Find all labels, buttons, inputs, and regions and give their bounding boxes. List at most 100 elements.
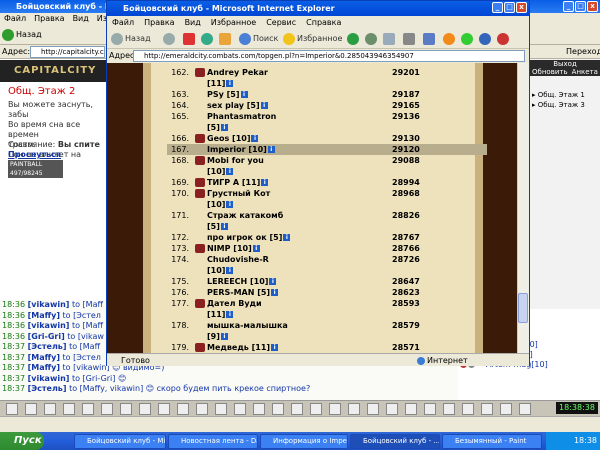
info-icon[interactable]: i	[251, 135, 259, 142]
info-icon[interactable]: i	[220, 124, 228, 131]
search-button[interactable]: Поиск	[239, 31, 278, 47]
chat-nick[interactable]: [Эстель]	[28, 384, 67, 393]
refresh-button[interactable]	[201, 31, 215, 47]
bg-menu-file[interactable]: Файл	[4, 14, 26, 23]
mailru-button[interactable]	[443, 31, 457, 47]
task-imperior-info[interactable]: Информация о Imperio...	[260, 434, 348, 449]
chat-tool-button[interactable]	[481, 403, 493, 415]
favorites-button[interactable]: Избранное	[283, 31, 342, 47]
stop-button[interactable]	[183, 31, 197, 47]
player-name[interactable]: PSy [5] i	[207, 89, 248, 100]
icq-button[interactable]	[461, 31, 475, 47]
close-icon[interactable]: x	[587, 1, 598, 12]
maximize-icon[interactable]: □	[575, 1, 586, 12]
player-name[interactable]: Andrey Pekar [11] i	[207, 67, 268, 89]
task-paint[interactable]: Безымянный - Paint	[442, 434, 542, 449]
player-name[interactable]: sex play [5] i	[207, 100, 268, 111]
player-name[interactable]: Mobi for you [10] i	[207, 155, 264, 177]
menu-view[interactable]: Вид	[185, 18, 201, 27]
start-button[interactable]: Пуск	[0, 432, 44, 450]
bg-menu-view[interactable]: Вид	[73, 14, 89, 23]
bg-go-button[interactable]: Переход	[566, 45, 600, 59]
refresh-link[interactable]: Обновить	[532, 68, 568, 76]
chat-tool-button[interactable]	[405, 403, 417, 415]
popup-close-icon[interactable]: x	[516, 2, 527, 13]
print-button[interactable]	[403, 31, 417, 47]
player-name[interactable]: Грустный Кот [10] i	[207, 188, 270, 210]
player-name[interactable]: Chudovishe-R [10] i	[207, 254, 269, 276]
info-icon[interactable]: i	[226, 267, 234, 274]
info-icon[interactable]: i	[261, 179, 269, 186]
chat-nick[interactable]: [Gri-Gri]	[28, 332, 65, 341]
media-button[interactable]	[347, 31, 361, 47]
bg-menu-edit[interactable]: Правка	[34, 14, 64, 23]
player-name[interactable]: Imperior [10] i	[207, 144, 275, 155]
popup-minimize-icon[interactable]: _	[492, 2, 503, 13]
bg-address-input[interactable]: http://capitalcity.comb	[30, 46, 105, 58]
info-icon[interactable]: i	[267, 146, 275, 153]
task-fight-club-2[interactable]: Бойцовский клуб - ...	[350, 434, 440, 449]
chat-tool-button[interactable]	[500, 403, 512, 415]
edit-button[interactable]	[423, 31, 437, 47]
chat-tool-button[interactable]	[177, 403, 189, 415]
info-icon[interactable]: i	[220, 223, 228, 230]
info-icon[interactable]: i	[283, 234, 291, 241]
chat-nick[interactable]: [Maffy]	[28, 353, 60, 362]
chat-tool-button[interactable]	[386, 403, 398, 415]
info-icon[interactable]: i	[269, 278, 277, 285]
chat-nick[interactable]: [Maffy]	[28, 311, 60, 320]
info-icon[interactable]: i	[271, 289, 279, 296]
info-icon[interactable]: i	[271, 344, 279, 351]
popup-maximize-icon[interactable]: □	[504, 2, 515, 13]
player-name[interactable]: Geos [10] i	[207, 133, 259, 144]
chat-tool-button[interactable]	[234, 403, 246, 415]
task-news-feed[interactable]: Новостная лента - Da...	[168, 434, 258, 449]
info-icon[interactable]: i	[226, 80, 234, 87]
info-icon[interactable]: i	[220, 333, 228, 340]
menu-help[interactable]: Справка	[306, 18, 341, 27]
extra-button[interactable]	[497, 31, 511, 47]
player-name[interactable]: ТИГР А [11] i	[207, 177, 269, 188]
player-name[interactable]: Медведь [11] i	[207, 342, 279, 353]
chat-tool-button[interactable]	[6, 403, 18, 415]
chat-tool-button[interactable]	[519, 403, 531, 415]
profile-link[interactable]: Анкета	[572, 68, 598, 76]
chat-tool-button[interactable]	[462, 403, 474, 415]
chat-nick[interactable]: [Maffy]	[28, 363, 60, 372]
back-button[interactable]: Назад	[111, 31, 151, 47]
chat-nick[interactable]: [vikawin]	[28, 321, 70, 330]
chat-tool-button[interactable]	[82, 403, 94, 415]
chat-tool-button[interactable]	[253, 403, 265, 415]
chat-tool-button[interactable]	[272, 403, 284, 415]
chat-tool-button[interactable]	[348, 403, 360, 415]
chat-tool-button[interactable]	[120, 403, 132, 415]
chat-nick[interactable]: [vikawin]	[28, 300, 70, 309]
room-link-floor1[interactable]: ▸ Общ. Этаж 1	[532, 90, 600, 100]
wake-up-link[interactable]: Проснуться	[8, 150, 61, 159]
player-name[interactable]: PERS-MAN [5] i	[207, 287, 279, 298]
home-button[interactable]	[219, 31, 233, 47]
chat-tool-button[interactable]	[215, 403, 227, 415]
chat-tool-button[interactable]	[310, 403, 322, 415]
info-icon[interactable]: i	[260, 102, 268, 109]
bg-back-button[interactable]: Назад	[2, 28, 42, 42]
chat-tool-button[interactable]	[44, 403, 56, 415]
chat-tool-button[interactable]	[139, 403, 151, 415]
info-icon[interactable]: i	[252, 245, 260, 252]
menu-favorites[interactable]: Избранное	[211, 18, 256, 27]
chat-tool-button[interactable]	[196, 403, 208, 415]
history-button[interactable]	[365, 31, 379, 47]
chat-tool-button[interactable]	[424, 403, 436, 415]
info-icon[interactable]: i	[240, 91, 248, 98]
room-link-floor3[interactable]: ▸ Общ. Этаж 3	[532, 100, 600, 110]
player-name[interactable]: LEREECH [10] i	[207, 276, 277, 287]
player-name[interactable]: мышка-малышка [9] i	[207, 320, 288, 342]
scrollbar-thumb[interactable]	[518, 293, 528, 323]
menu-file[interactable]: Файл	[112, 18, 134, 27]
task-fight-club-1[interactable]: Бойцовский клуб - Mi...	[74, 434, 166, 449]
exit-link[interactable]: Выход	[530, 60, 600, 68]
chat-tool-button[interactable]	[291, 403, 303, 415]
chat-tool-button[interactable]	[25, 403, 37, 415]
messenger-button[interactable]	[479, 31, 493, 47]
chat-tool-button[interactable]	[367, 403, 379, 415]
